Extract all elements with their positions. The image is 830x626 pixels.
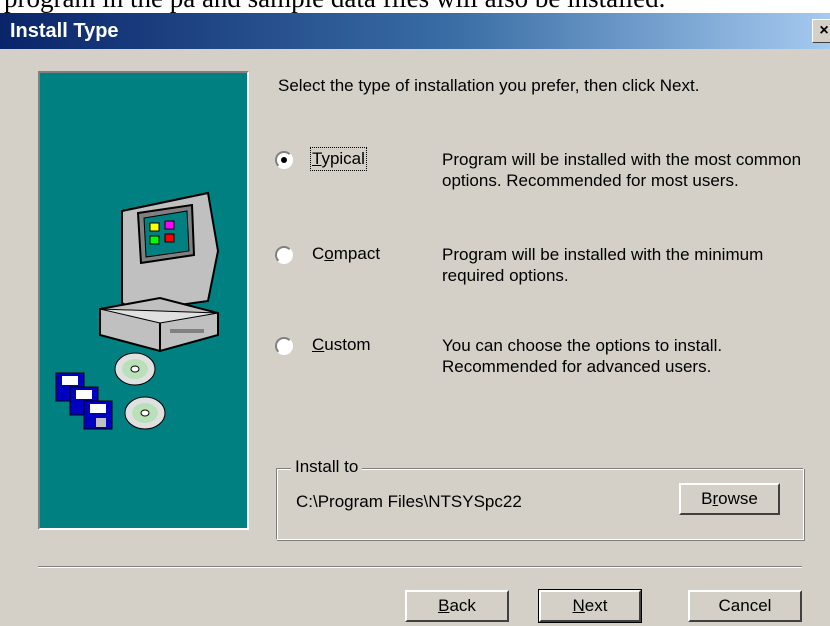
- typical-label[interactable]: Typical: [310, 147, 367, 171]
- next-button[interactable]: Next: [538, 589, 642, 623]
- setup-illustration: [55, 191, 220, 430]
- custom-radio[interactable]: [275, 337, 293, 355]
- cd-disc-icon: [114, 352, 166, 430]
- compact-description: Program will be installed with the minim…: [442, 245, 764, 285]
- browse-button[interactable]: Browse: [679, 483, 780, 515]
- window-title: Install Type: [10, 20, 119, 42]
- floppy-disks-icon: [55, 372, 113, 430]
- install-type-dialog: Install Type × Select the type of instal…: [0, 13, 830, 626]
- compact-label[interactable]: Compact: [312, 244, 380, 264]
- computer-icon: [99, 191, 220, 353]
- title-bar[interactable]: Install Type ×: [0, 13, 830, 49]
- close-button[interactable]: ×: [812, 19, 830, 43]
- separator-line: [38, 566, 802, 568]
- instruction-text: Select the type of installation you pref…: [278, 76, 700, 95]
- custom-label[interactable]: Custom: [312, 335, 371, 355]
- install-to-label: Install to: [291, 457, 363, 477]
- cancel-button[interactable]: Cancel: [688, 590, 802, 622]
- typical-radio[interactable]: [275, 151, 293, 169]
- install-to-group: Install to C:\Program Files\NTSYSpc22 Br…: [276, 457, 804, 540]
- back-button[interactable]: Back: [405, 590, 509, 622]
- install-path: C:\Program Files\NTSYSpc22: [296, 492, 522, 511]
- typical-description: Program will be installed with the most …: [442, 150, 802, 190]
- custom-description: You can choose the options to install. R…: [442, 336, 723, 376]
- side-illustration-panel: [38, 71, 249, 530]
- compact-radio[interactable]: [275, 246, 293, 264]
